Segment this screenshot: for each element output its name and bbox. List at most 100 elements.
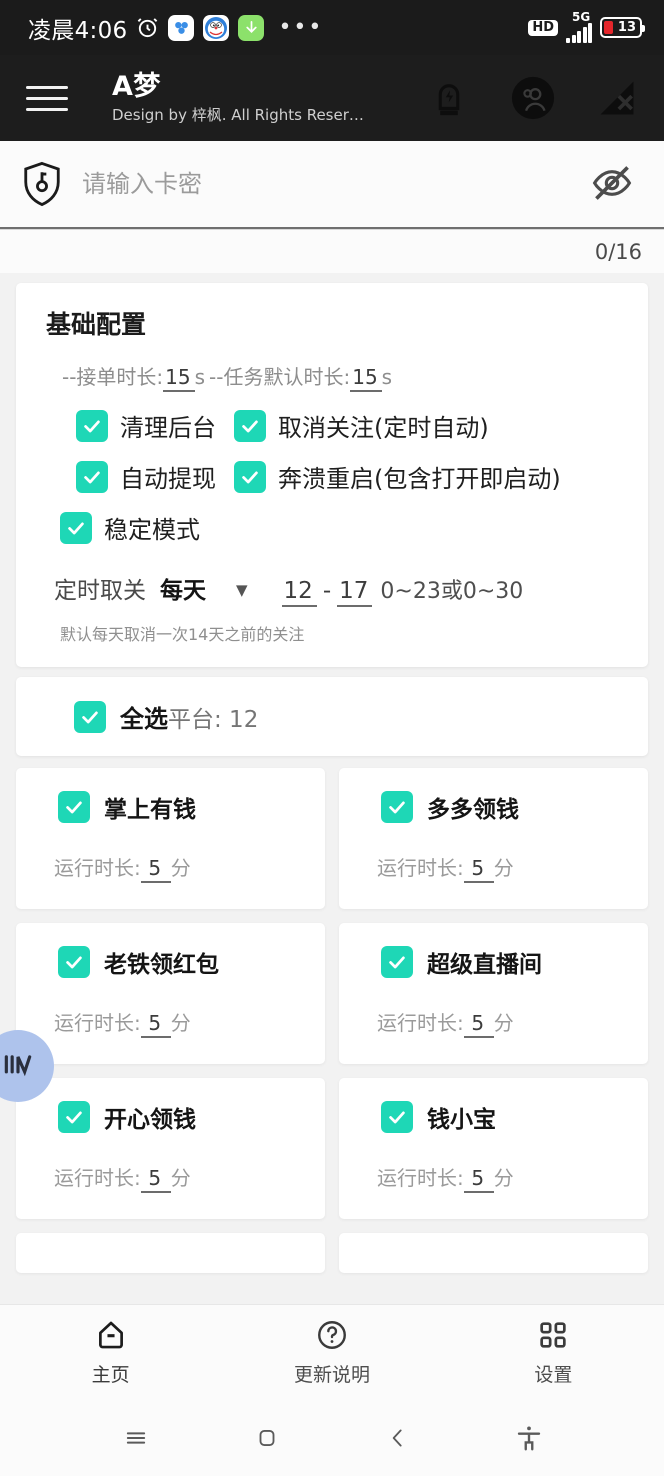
platform-card[interactable]: 超级直播间 运行时长: 5 分	[339, 923, 648, 1064]
platform-count-label: 平台: 12	[168, 706, 259, 733]
card-key-input[interactable]	[68, 170, 590, 198]
app-title: A梦	[112, 70, 161, 102]
checkbox-icon	[60, 511, 92, 544]
download-app-icon	[238, 14, 265, 41]
platform-duration-row: 运行时长: 5 分	[16, 979, 325, 1038]
platform-duration-label: 运行时长:	[377, 1011, 464, 1035]
checkbox-auto-withdraw[interactable]: 自动提现	[76, 459, 216, 494]
select-all-label: 全选	[120, 705, 168, 733]
checkbox-label: 稳定模式	[104, 516, 200, 544]
checkbox-clean-background[interactable]: 清理后台	[76, 408, 216, 443]
platform-duration-unit: 分	[493, 1166, 514, 1190]
platform-card[interactable]: 多多领钱 运行时长: 5 分	[339, 768, 648, 909]
platform-duration-label: 运行时长:	[54, 1166, 141, 1190]
checkbox-label: 奔溃重启(包含打开即启动)	[278, 465, 561, 493]
task-duration-input[interactable]: 15	[350, 365, 382, 392]
platform-duration-label: 运行时长:	[54, 856, 141, 880]
platform-card-head[interactable]: 掌上有钱	[16, 790, 325, 824]
auto-js-logo-icon	[4, 1055, 32, 1077]
platform-duration-input[interactable]: 5	[463, 1166, 494, 1193]
platform-duration-unit: 分	[170, 1011, 191, 1035]
platform-card[interactable]: 开心领钱 运行时长: 5 分	[16, 1078, 325, 1219]
schedule-select-value[interactable]: 每天	[160, 571, 206, 605]
platform-card[interactable]: 掌上有钱 运行时长: 5 分	[16, 768, 325, 909]
account-icon[interactable]	[510, 75, 556, 121]
select-all-row[interactable]: 全选 平台: 12	[16, 699, 648, 734]
checkbox-row-3: 稳定模式	[16, 494, 648, 545]
android-nav-bar	[0, 1400, 664, 1476]
tab-settings[interactable]: 设置	[443, 1318, 664, 1387]
phone-screen: 凌晨4:06 ••• HD 5G 13 A梦 Design by 梓枫. All…	[0, 0, 664, 1476]
platform-duration-input[interactable]: 5	[140, 1011, 171, 1038]
basic-config-card: 基础配置 --接单时长: 15 s --任务默认时长: 15 s 清理后台 取消…	[16, 283, 648, 667]
task-duration-unit: s	[381, 365, 393, 389]
network-type-label: 5G	[572, 10, 591, 24]
platform-card-head[interactable]: 超级直播间	[339, 945, 648, 979]
platform-duration-unit: 分	[493, 1011, 514, 1035]
platform-name: 掌上有钱	[104, 797, 196, 823]
platform-duration-label: 运行时长:	[54, 1011, 141, 1035]
battery-boost-icon[interactable]	[426, 75, 472, 121]
platform-duration-row: 运行时长: 5 分	[339, 824, 648, 883]
checkbox-icon	[381, 1101, 413, 1133]
checkbox-icon	[76, 460, 108, 493]
schedule-dash: -	[322, 578, 332, 604]
schedule-range-hint: 0~23或0~30	[380, 579, 524, 604]
platform-card-partial[interactable]	[339, 1233, 648, 1273]
main-content[interactable]: 基础配置 --接单时长: 15 s --任务默认时长: 15 s 清理后台 取消…	[0, 273, 664, 1304]
order-duration-input[interactable]: 15	[163, 365, 195, 392]
platform-duration-row: 运行时长: 5 分	[339, 1134, 648, 1193]
schedule-to-input[interactable]: 17	[337, 578, 373, 607]
accessibility-icon[interactable]	[506, 1415, 552, 1461]
checkbox-crash-restart[interactable]: 奔溃重启(包含打开即启动)	[234, 459, 561, 494]
platform-duration-label: 运行时长:	[377, 1166, 464, 1190]
platform-duration-input[interactable]: 5	[140, 1166, 171, 1193]
task-duration-label: --任务默认时长:	[209, 365, 351, 389]
recents-icon[interactable]	[113, 1415, 159, 1461]
platform-name: 多多领钱	[427, 797, 519, 823]
tab-update-notes[interactable]: 更新说明	[221, 1318, 442, 1387]
schedule-row: 定时取关 每天 ▼ 12 - 17 0~23或0~30	[16, 545, 648, 607]
platform-card[interactable]: 老铁领红包 运行时长: 5 分	[16, 923, 325, 1064]
platform-card-head[interactable]: 钱小宝	[339, 1100, 648, 1134]
hd-badge: HD	[528, 19, 558, 36]
bottom-tab-bar: 主页 更新说明 设置	[0, 1304, 664, 1400]
eye-off-icon[interactable]	[590, 161, 636, 207]
platform-duration-row: 运行时长: 5 分	[16, 824, 325, 883]
platform-duration-unit: 分	[493, 856, 514, 880]
checkbox-icon	[58, 946, 90, 978]
back-icon[interactable]	[375, 1415, 421, 1461]
app-subtitle: Design by 梓枫. All Rights Reser…	[112, 105, 364, 124]
checkbox-label: 清理后台	[120, 414, 216, 442]
home-square-icon[interactable]	[244, 1415, 290, 1461]
hamburger-menu-icon[interactable]	[26, 85, 68, 111]
platform-name: 超级直播间	[427, 952, 542, 978]
platform-card-head[interactable]: 多多领钱	[339, 790, 648, 824]
schedule-note: 默认每天取消一次14天之前的关注	[60, 625, 305, 644]
checkbox-stable-mode[interactable]: 稳定模式	[60, 510, 200, 545]
platform-card-head[interactable]: 开心领钱	[16, 1100, 325, 1134]
platform-duration-row: 运行时长: 5 分	[339, 979, 648, 1038]
platform-card-head[interactable]: 老铁领红包	[16, 945, 325, 979]
schedule-from-input[interactable]: 12	[281, 578, 317, 607]
select-all-card: 全选 平台: 12	[16, 677, 648, 756]
checkbox-label: 取消关注(定时自动)	[278, 414, 489, 442]
checkbox-cancel-follow[interactable]: 取消关注(定时自动)	[234, 408, 489, 443]
platform-duration-unit: 分	[170, 1166, 191, 1190]
platform-card-partial[interactable]	[16, 1233, 325, 1273]
app-bar-titles: A梦 Design by 梓枫. All Rights Reser…	[88, 71, 406, 126]
checkbox-icon	[381, 791, 413, 823]
platform-duration-input[interactable]: 5	[463, 1011, 494, 1038]
checkbox-icon	[234, 460, 266, 493]
chevron-down-icon[interactable]: ▼	[236, 581, 248, 599]
cloud-app-icon	[168, 14, 195, 41]
signal-off-icon[interactable]	[594, 75, 640, 121]
platform-duration-input[interactable]: 5	[140, 856, 171, 883]
platform-duration-input[interactable]: 5	[463, 856, 494, 883]
checkbox-label: 自动提现	[120, 465, 216, 493]
tab-home[interactable]: 主页	[0, 1318, 221, 1387]
checkbox-row-1: 清理后台 取消关注(定时自动)	[16, 392, 648, 443]
tab-label: 主页	[91, 1364, 130, 1386]
card-key-row	[0, 141, 664, 229]
platform-card[interactable]: 钱小宝 运行时长: 5 分	[339, 1078, 648, 1219]
